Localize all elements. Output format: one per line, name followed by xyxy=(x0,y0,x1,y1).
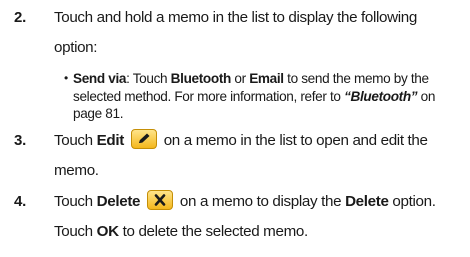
step-text-part: Touch xyxy=(54,223,97,240)
edit-label: Edit xyxy=(96,132,125,149)
step-text: Touch and hold a memo in the list to dis… xyxy=(54,3,466,63)
step-number: 2. xyxy=(14,9,27,26)
bullet-text: or xyxy=(230,71,250,86)
step-number: 3. xyxy=(14,132,27,149)
ok-label: OK xyxy=(96,223,119,240)
cross-reference-link[interactable]: “Bluetooth” xyxy=(344,89,418,104)
bullet-label: Send via xyxy=(73,71,127,86)
step-text: Touch Delete on a memo to display the De… xyxy=(54,187,466,247)
option-email: Email xyxy=(249,71,284,86)
step-text-part: on a memo in the list to open and edit t… xyxy=(159,132,428,149)
step-line: option: xyxy=(54,39,98,56)
step-text-part: to delete the selected memo. xyxy=(118,223,309,240)
bullet-text: : Touch xyxy=(126,71,171,86)
step-line: Touch and hold a memo in the list to dis… xyxy=(54,9,417,26)
pencil-icon xyxy=(130,128,157,149)
step-text-part: option. xyxy=(388,193,436,210)
bullet-item: • Send via: Touch Bluetooth or Email to … xyxy=(64,70,464,123)
step-text: Touch Edit on a memo in the list to open… xyxy=(54,126,466,186)
step-text-part: on a memo to display the xyxy=(176,193,346,210)
step-line: memo. xyxy=(54,162,99,179)
delete-option-label: Delete xyxy=(345,193,389,210)
manual-page: 2. Touch and hold a memo in the list to … xyxy=(0,0,470,257)
bullet-icon: • xyxy=(64,71,68,85)
close-x-icon xyxy=(147,189,174,210)
step-number: 4. xyxy=(14,193,27,210)
option-bluetooth: Bluetooth xyxy=(170,71,232,86)
delete-label: Delete xyxy=(96,193,141,210)
step-text-part: Touch xyxy=(54,193,97,210)
step-text-part: Touch xyxy=(54,132,97,149)
